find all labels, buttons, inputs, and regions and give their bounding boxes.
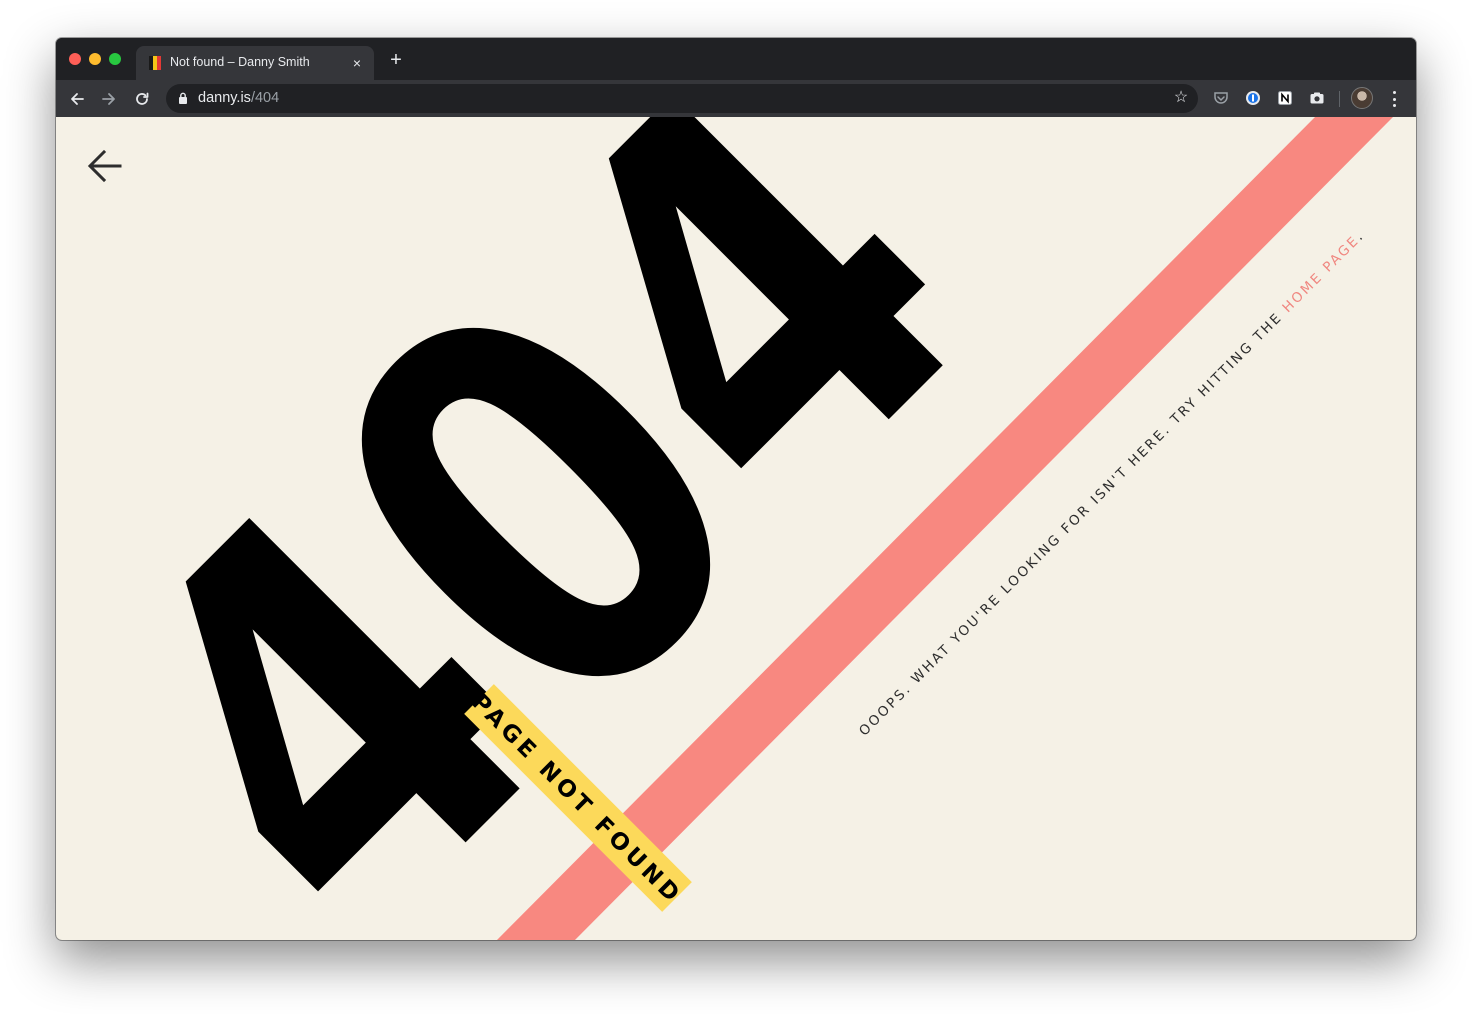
star-icon[interactable]: ☆ [1172,89,1190,107]
reload-icon [136,92,149,105]
arrow-right-icon [102,93,115,105]
close-window-button[interactable] [69,53,81,65]
browser-window: Not found – Danny Smith × + danny.is/404… [56,38,1416,940]
tab-title: Not found – Danny Smith [170,55,310,69]
screenshot-camera-icon[interactable] [1309,90,1325,106]
back-link[interactable] [86,147,124,185]
close-tab-icon[interactable]: × [348,54,366,72]
url-host: danny.is [198,90,251,106]
page-viewport: 404 PAGE NOT FOUND OOOPS. WHAT YOU'RE LO… [56,117,1416,940]
lock-icon [179,92,187,104]
tab-active[interactable]: Not found – Danny Smith × [136,46,374,80]
back-button[interactable] [65,87,89,111]
pocket-icon[interactable] [1213,90,1229,106]
forward-button[interactable] [97,87,121,111]
browser-toolbar: danny.is/404 ☆ [56,80,1416,117]
arrow-left-icon [71,93,84,105]
address-url[interactable]: danny.is/404 [198,90,279,106]
zoom-window-button[interactable] [109,53,121,65]
reload-button[interactable] [130,87,154,111]
big-404-text: 404 [56,117,1077,940]
favicon-icon [149,56,161,70]
tab-strip: Not found – Danny Smith × + [56,38,1416,80]
url-path: /404 [250,90,280,106]
page-artwork: 404 PAGE NOT FOUND [56,117,1393,940]
more-vertical-icon[interactable] [1386,89,1402,109]
arrow-left-icon [87,149,122,183]
new-tab-button[interactable]: + [386,50,406,70]
address-bar[interactable]: danny.is/404 ☆ [166,84,1198,113]
password-manager-icon[interactable] [1245,90,1261,106]
toolbar-divider [1339,91,1340,107]
minimize-window-button[interactable] [89,53,101,65]
notion-icon[interactable] [1277,90,1293,106]
profile-avatar[interactable] [1351,87,1373,109]
